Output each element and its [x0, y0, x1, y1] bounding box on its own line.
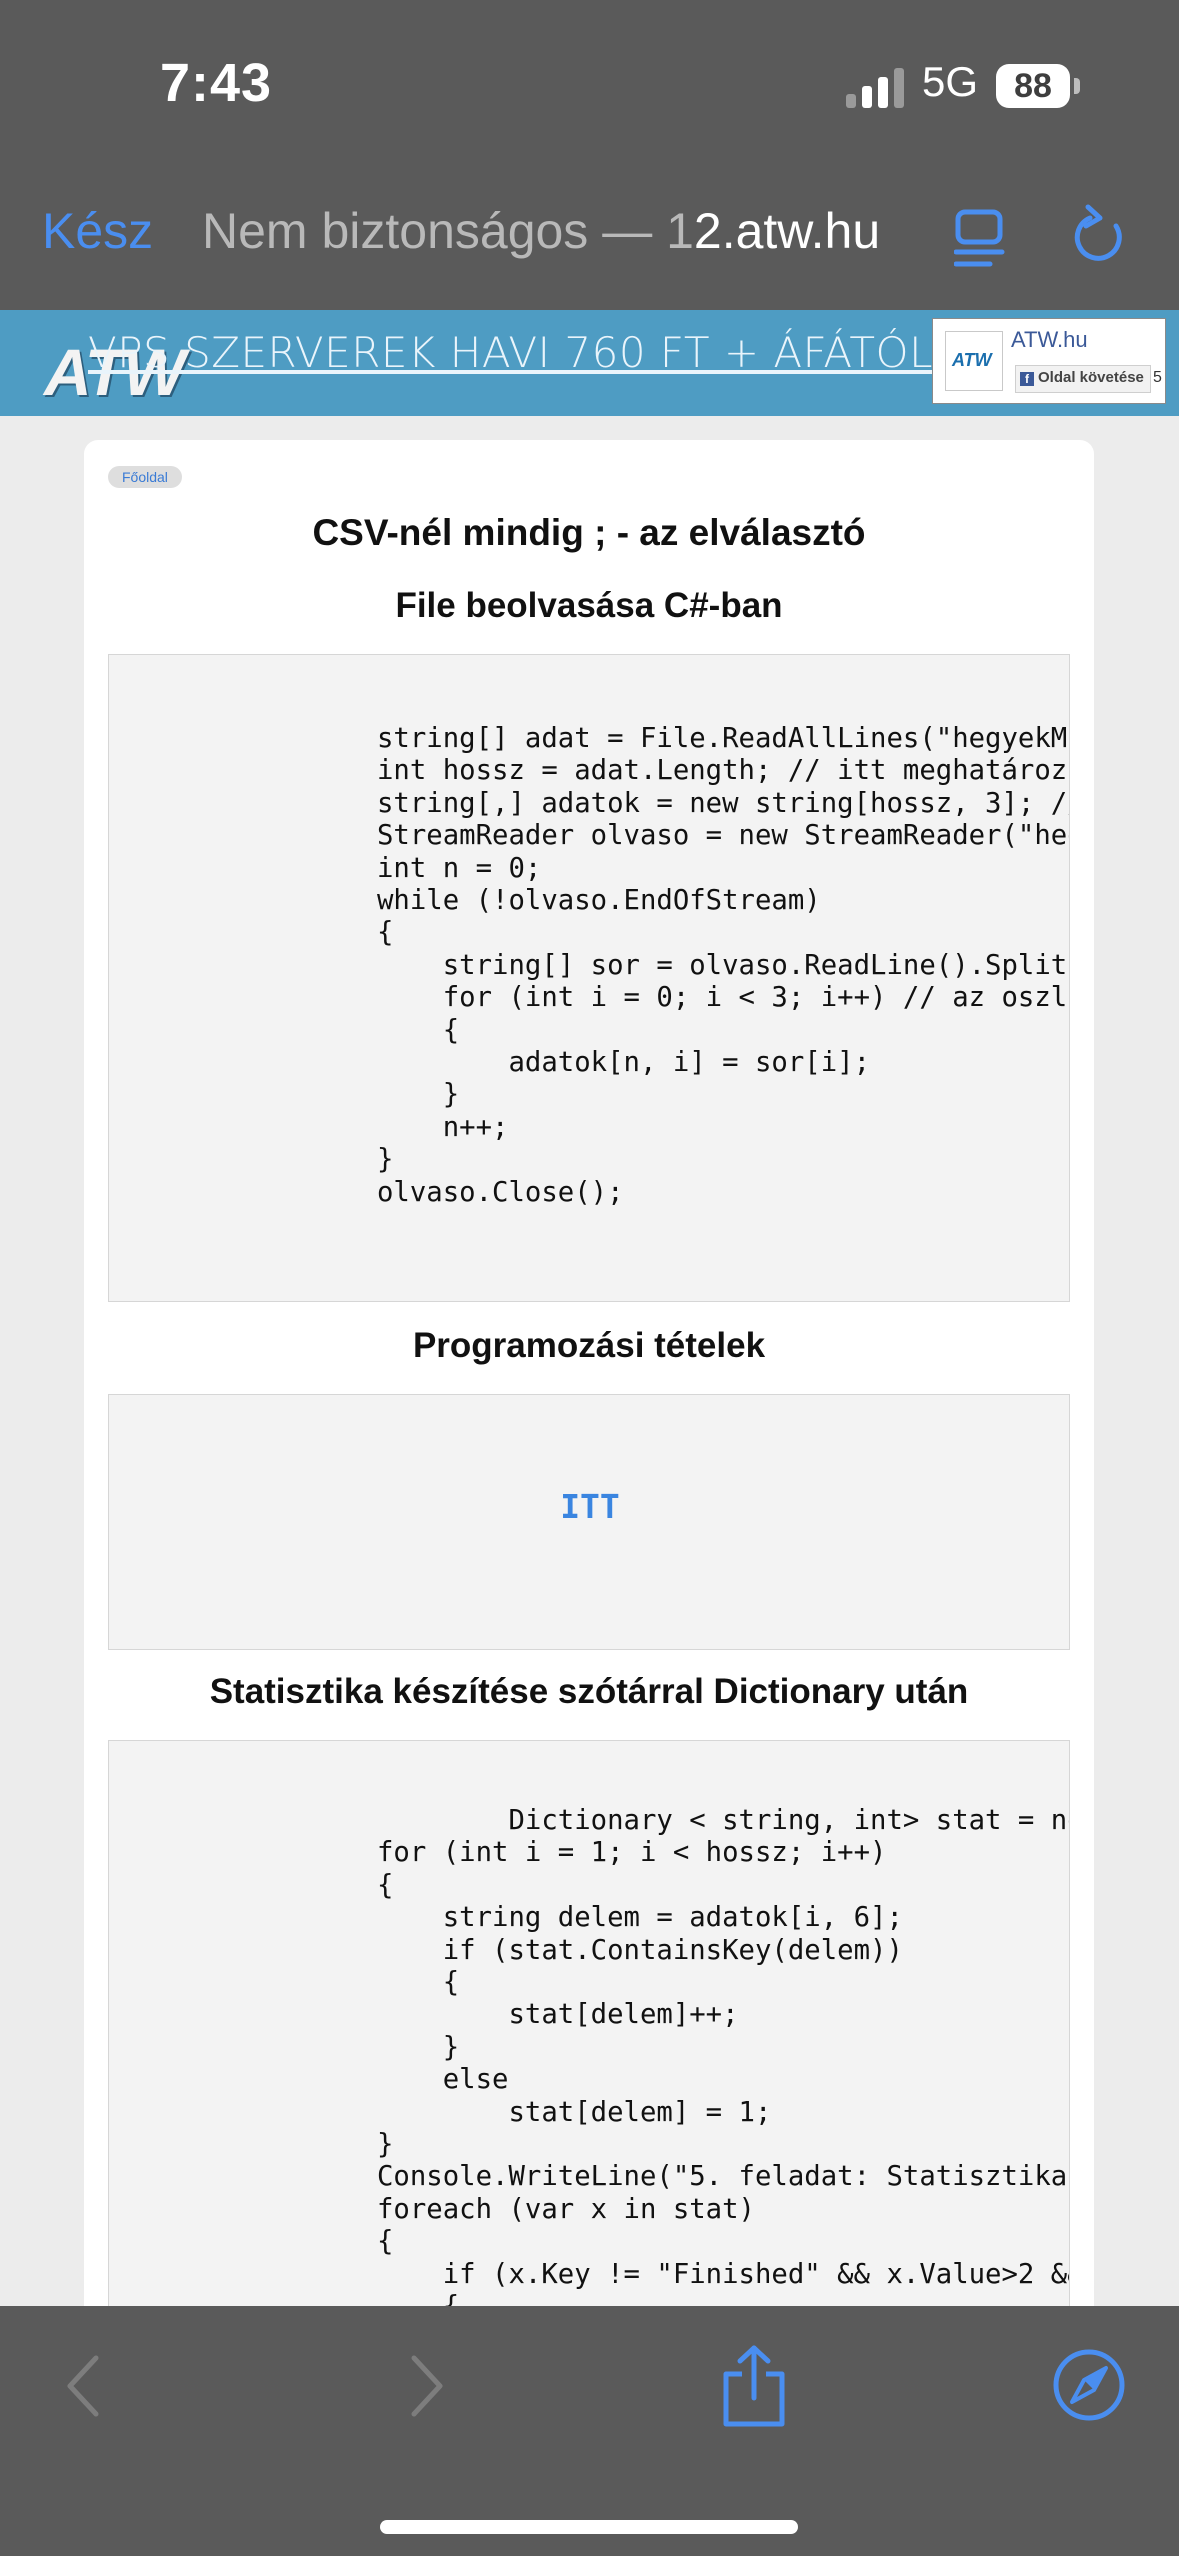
url-security-prefix: Nem biztonságos — 1 — [202, 203, 694, 259]
follower-count: 5 — [1153, 369, 1162, 386]
status-time: 7:43 — [160, 53, 273, 113]
section-title-file-read: File beolvasása C#-ban — [395, 586, 783, 625]
facebook-page-widget: ATW ATW.hu f Oldal követése 5 — [932, 318, 1166, 404]
back-icon[interactable] — [60, 2346, 110, 2426]
page-content: Főoldal CSV-nél mindig ; - az elválasztó… — [84, 440, 1094, 2320]
thumbnail-logo: ATW — [952, 350, 992, 370]
safari-compass-icon[interactable] — [1052, 2348, 1126, 2422]
reader-icon[interactable] — [954, 206, 1006, 270]
facebook-page-thumbnail[interactable]: ATW — [945, 331, 1003, 391]
code-statistics: Dictionary < string, int> stat = new for… — [377, 1805, 1069, 2320]
battery-indicator: 88 — [996, 64, 1070, 108]
bottom-toolbar — [0, 2306, 1179, 2556]
code-block-statistics: Dictionary < string, int> stat = new for… — [108, 1740, 1070, 2320]
page-title: CSV-nél mindig ; - az elválasztó — [312, 512, 866, 553]
forward-icon[interactable] — [400, 2346, 450, 2426]
network-type: 5G — [922, 58, 979, 105]
facebook-icon: f — [1020, 372, 1034, 386]
section-title-programming: Programozási tételek — [412, 1326, 766, 1365]
url-label[interactable]: Nem biztonságos — 12.atw.hu — [202, 202, 880, 260]
browser-header: Kész Nem biztonságos — 12.atw.hu — [0, 170, 1179, 310]
home-link[interactable]: Főoldal — [108, 466, 182, 488]
site-banner: ATW VPS SZERVEREK HAVI 760 FT + ÁFÁTÓL A… — [0, 310, 1179, 416]
follow-page-button[interactable]: f Oldal követése — [1015, 365, 1151, 393]
done-button[interactable]: Kész — [42, 202, 153, 260]
url-domain: 2.atw.hu — [693, 203, 881, 259]
follow-page-label: Oldal követése — [1038, 369, 1144, 386]
vps-promo-link[interactable]: VPS SZERVEREK HAVI 760 FT + ÁFÁTÓL — [88, 328, 933, 377]
status-bar: 7:43 5G 88 — [0, 0, 1179, 170]
itt-link[interactable]: ITT — [109, 1487, 1069, 1526]
reload-icon[interactable] — [1072, 204, 1130, 268]
signal-icon — [846, 68, 904, 108]
share-icon[interactable] — [718, 2344, 790, 2428]
facebook-page-name[interactable]: ATW.hu — [1011, 327, 1088, 353]
code-block-file-read: string[] adat = File.ReadAllLines("hegye… — [108, 654, 1070, 1302]
battery-nub — [1074, 78, 1080, 94]
code-block-programming: ITT — [108, 1394, 1070, 1650]
section-title-statistics: Statisztika készítése szótárral Dictiona… — [209, 1672, 969, 1711]
home-indicator — [380, 2520, 798, 2534]
code-file-read: string[] adat = File.ReadAllLines("hegye… — [377, 723, 1070, 1208]
